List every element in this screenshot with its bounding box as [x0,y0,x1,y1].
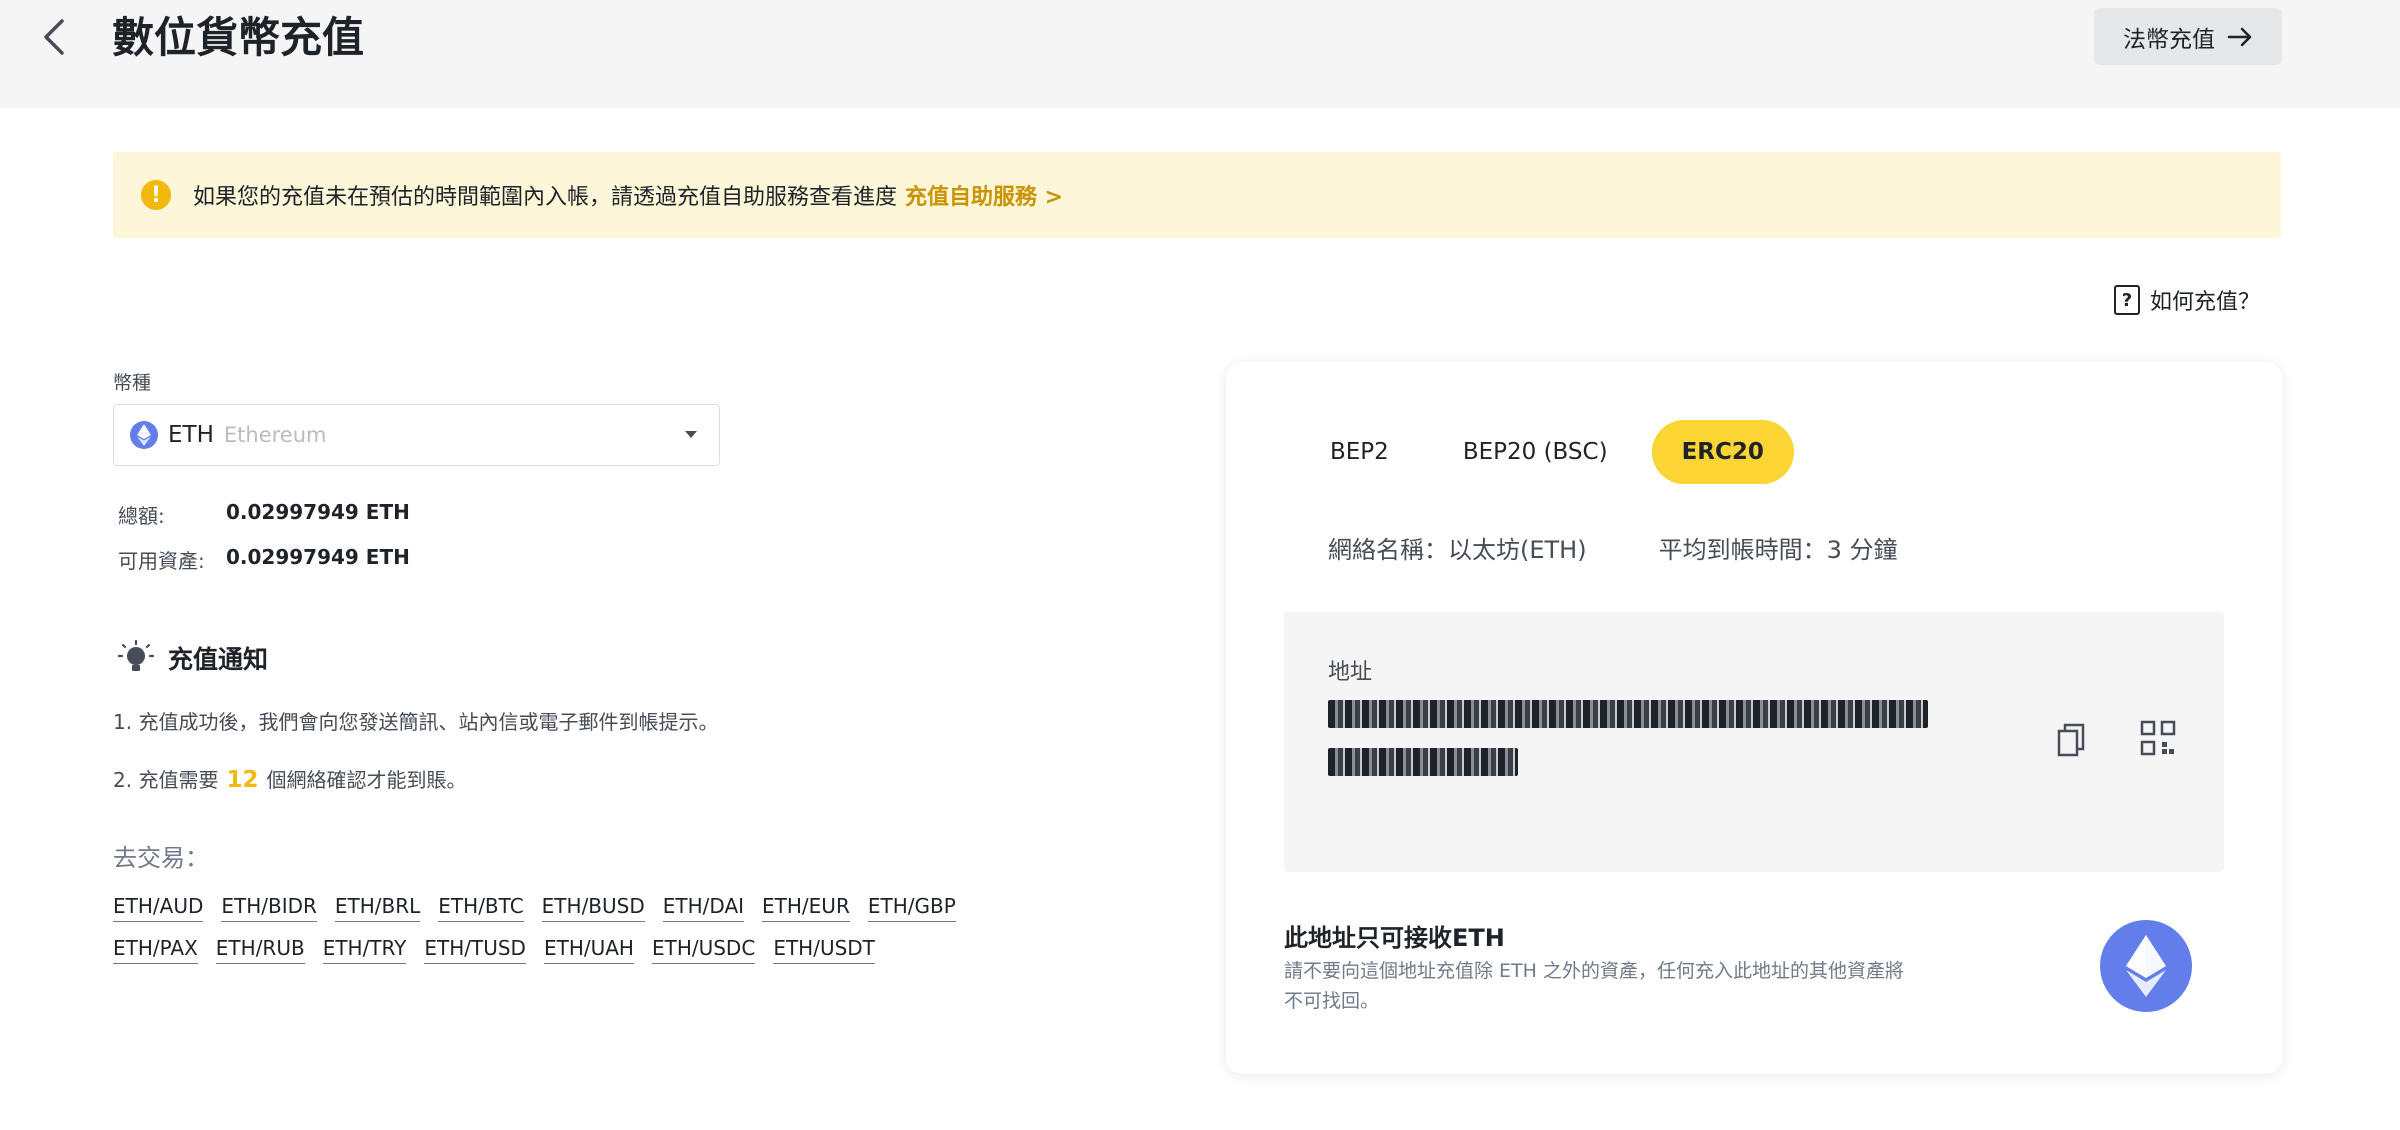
address-label: 地址 [1328,660,1373,685]
notice-title: 充值通知 [118,640,268,676]
network-info: 網絡名稱：以太坊(ETH) 平均到帳時間：3 分鐘 [1328,530,1898,565]
coin-symbol: ETH [168,422,214,448]
trade-pair-link[interactable]: ETH/TRY [322,936,407,964]
caret-down-icon [685,431,697,438]
ethereum-logo-icon [2100,920,2192,1012]
trade-pair-link[interactable]: ETH/BRL [334,894,421,922]
trade-pairs-row-2: ETH/PAX ETH/RUB ETH/TRY ETH/TUSD ETH/UAH… [113,936,875,964]
qr-code-button[interactable] [2140,720,2176,756]
fiat-deposit-label: 法幣充值 [2123,26,2215,53]
lightbulb-icon [118,640,154,671]
trade-pair-link[interactable]: ETH/TUSD [424,936,526,964]
fiat-deposit-button[interactable]: 法幣充值 [2094,8,2282,65]
back-button[interactable] [36,14,72,60]
trade-pair-link[interactable]: ETH/PAX [113,936,198,964]
arrow-right-icon [2227,27,2252,46]
how-to-deposit-link[interactable]: ? 如何充值？ [2114,282,2260,318]
address-value-blurred [1328,700,1928,782]
trade-pair-link[interactable]: ETH/AUD [113,894,204,922]
network-name: 網絡名稱：以太坊(ETH) [1328,536,1587,564]
tab-bep2[interactable]: BEP2 [1300,420,1419,484]
total-balance-row: 總額: 0.02997949 ETH [118,500,410,529]
trade-pair-link[interactable]: ETH/EUR [762,894,850,922]
copy-icon [2057,723,2085,757]
page-title: 數位貨幣充值 [112,13,365,62]
network-tabs: BEP2 BEP20 (BSC) ERC20 [1300,420,1808,484]
trade-pair-link[interactable]: ETH/GBP [867,894,956,922]
coin-name: Ethereum [223,423,327,447]
notice-line-2: 2. 充值需要 12 個網絡確認才能到賬。 [113,764,466,793]
receive-only-title: 此地址只可接收ETH [1284,924,1505,952]
coin-label: 幣種 [113,372,152,394]
trade-pair-link[interactable]: ETH/USDC [651,936,756,964]
notice-line-2-suffix: 個網絡確認才能到賬。 [266,768,467,792]
banner-text: 如果您的充值未在預估的時間範圍內入帳，請透過充值自助服務查看進度 [193,185,898,210]
available-balance-row: 可用資產: 0.02997949 ETH [118,545,410,574]
trade-pair-link[interactable]: ETH/DAI [662,894,745,922]
total-value: 0.02997949 ETH [226,500,410,524]
chevron-left-icon [44,19,64,55]
notice-line-1: 1. 充值成功後，我們會向您發送簡訊、站內信或電子郵件到帳提示。 [113,710,719,734]
trade-pair-link[interactable]: ETH/BUSD [541,894,645,922]
how-to-deposit-label: 如何充值？ [2150,290,2261,315]
copy-address-button[interactable] [2056,722,2086,758]
available-label: 可用資產: [118,549,205,573]
coin-select[interactable]: ETH Ethereum [113,404,720,466]
receive-only-description: 請不要向這個地址充值除 ETH 之外的資產，任何充入此地址的其他資產將不可找回。 [1284,960,1904,1012]
question-icon: ? [2114,285,2140,315]
trade-pair-link[interactable]: ETH/UAH [543,936,634,964]
notice-title-text: 充值通知 [168,645,269,674]
tab-bep20[interactable]: BEP20 (BSC) [1433,420,1638,484]
trade-pair-link[interactable]: ETH/USDT [773,936,875,964]
arrival-time: 平均到帳時間：3 分鐘 [1658,536,1898,564]
confirmation-count: 12 [226,767,259,793]
self-service-link[interactable]: 充值自助服務 > [905,179,1063,211]
eth-icon [130,421,158,449]
trade-label: 去交易： [113,844,209,872]
trade-pairs-row-1: ETH/AUD ETH/BIDR ETH/BRL ETH/BTC ETH/BUS… [113,894,956,922]
qr-code-icon [2140,720,2176,756]
info-banner: ! 如果您的充值未在預估的時間範圍內入帳，請透過充值自助服務查看進度 充值自助服… [113,152,2281,238]
available-value: 0.02997949 ETH [226,545,410,569]
trade-pair-link[interactable]: ETH/RUB [215,936,305,964]
tab-erc20[interactable]: ERC20 [1651,420,1794,484]
total-label: 總額: [118,504,165,528]
notice-line-2-prefix: 2. 充值需要 [113,768,219,792]
trade-pair-link[interactable]: ETH/BTC [438,894,524,922]
warning-icon: ! [141,180,171,210]
trade-pair-link[interactable]: ETH/BIDR [221,894,317,922]
